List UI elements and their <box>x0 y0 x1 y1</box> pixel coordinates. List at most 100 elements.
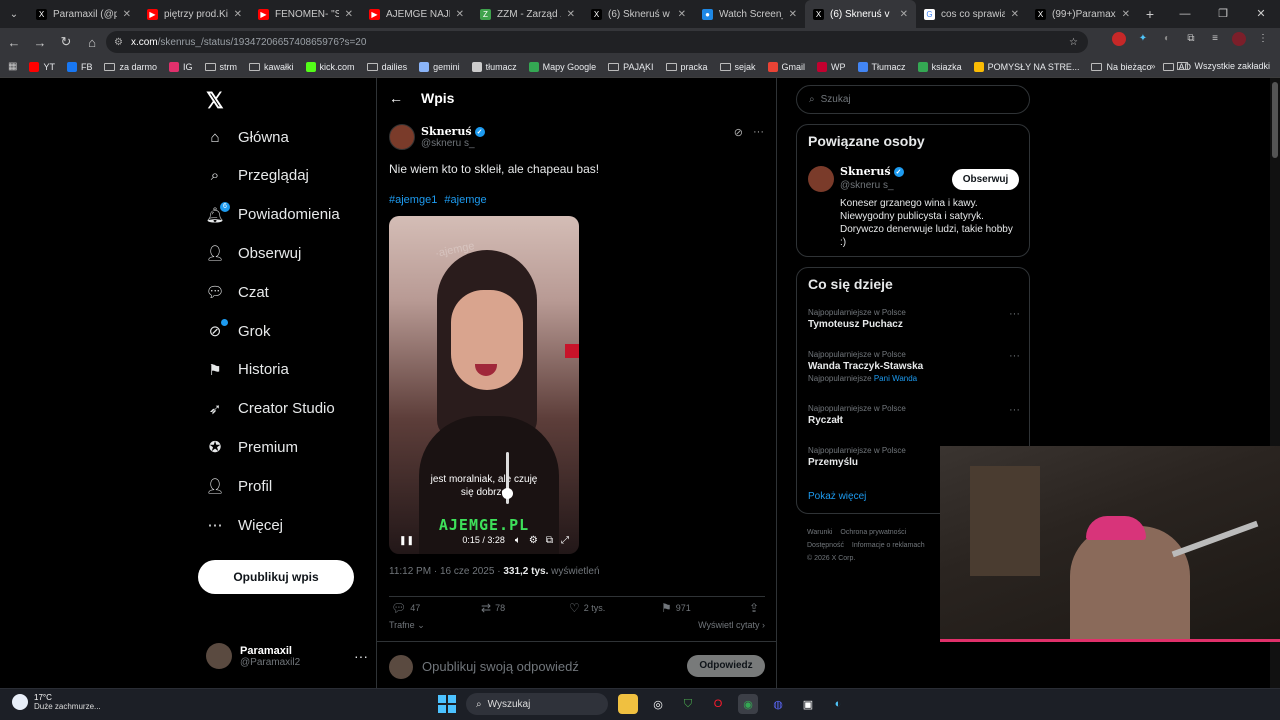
sort-dropdown[interactable]: Trafne ⌄ <box>389 620 425 630</box>
browser-tab[interactable]: ▶ FENOMEN- "Szan ✕ <box>250 0 361 28</box>
nav-item-premium[interactable]: ✪ Premium <box>206 438 298 457</box>
bookmark-item[interactable]: POMYSŁY NA STRE... <box>973 61 1079 72</box>
bookmark-action[interactable]: ⚑ 971 <box>661 601 691 615</box>
tab-close-icon[interactable]: ✕ <box>345 9 353 20</box>
url-input[interactable]: ⚙ x.com/skenrus_/status/1934720665740865… <box>106 31 1088 53</box>
profile-avatar-icon[interactable] <box>1232 32 1246 46</box>
trend-item[interactable]: Najpopularniejsze w Polsce Tymoteusz Puch… <box>808 308 1020 330</box>
footer-link[interactable]: Ochrona prywatności <box>840 529 906 536</box>
bookmark-item[interactable]: kawałki <box>249 62 294 72</box>
bookmark-item[interactable]: strm <box>204 62 237 72</box>
trend-sub-link[interactable]: Pani Wanda <box>874 374 917 383</box>
nav-item-more[interactable]: ⋯ Więcej <box>206 516 284 535</box>
bookmark-item[interactable]: tłumacz <box>471 61 517 72</box>
new-tab-button[interactable]: + <box>1138 6 1162 22</box>
bookmark-item[interactable]: IG <box>169 61 193 72</box>
like-action[interactable]: ♡ 2 tys. <box>569 601 605 615</box>
bookmark-item[interactable]: sejak <box>719 62 756 72</box>
nav-item-search[interactable]: ⌕ Przeglądaj <box>206 167 309 185</box>
bookmark-item[interactable]: Na bieżąco <box>1091 62 1151 72</box>
restore-icon[interactable]: ❐ <box>1204 0 1242 28</box>
avatar[interactable] <box>389 124 415 150</box>
start-icon[interactable] <box>438 695 456 713</box>
footer-link[interactable]: Warunki <box>807 529 832 536</box>
bookmark-item[interactable]: gemini <box>419 61 460 72</box>
show-more-link[interactable]: Pokaż więcej <box>808 491 866 502</box>
browser-tab[interactable]: Gcos co sprawia ze ✕ <box>916 0 1027 28</box>
nav-item-profile[interactable]: 👤︎ Profil <box>205 477 272 496</box>
trend-item[interactable]: Najpopularniejsze w Polsce Wanda Traczyk-… <box>808 350 1020 383</box>
opera-icon[interactable]: O <box>708 694 728 714</box>
close-window-icon[interactable]: ✕ <box>1242 0 1280 28</box>
globe-icon[interactable]: ◐ <box>828 694 848 714</box>
nav-item-chat[interactable]: 💬︎ Czat <box>205 283 268 302</box>
account-switcher[interactable]: Paramaxil @Paramaxil2 ··· <box>206 643 368 669</box>
bookmark-item[interactable]: Gmail <box>767 61 805 72</box>
apps-grid-icon[interactable]: ▦ <box>8 61 17 72</box>
bookmark-item[interactable]: dailies <box>366 62 407 72</box>
post-button[interactable]: Opublikuj wpis <box>198 560 354 594</box>
browser-tab[interactable]: ▶ AJEMGE NAJLEPS ✕ <box>361 0 472 28</box>
fullscreen-icon[interactable]: ⤢ <box>561 535 569 546</box>
hashtag-link[interactable]: #ajemge1 <box>389 194 437 206</box>
bookmark-item[interactable]: PAJĄKI <box>608 62 654 72</box>
nav-item-follow[interactable]: 👤︎ Obserwuj <box>205 244 301 263</box>
pause-icon[interactable]: ❚❚ <box>399 535 414 546</box>
weather-widget[interactable]: 17°C Duże zachmurze... <box>12 693 101 711</box>
back-arrow-icon[interactable]: ← <box>2 35 26 50</box>
tab-close-icon[interactable]: ✕ <box>567 9 575 20</box>
tab-close-icon[interactable]: ✕ <box>1122 9 1130 20</box>
tweet-author[interactable]: Skneruś ✓ @skneru s_ <box>389 124 485 150</box>
chrome-icon[interactable]: ◉ <box>738 694 758 714</box>
browser-tab[interactable]: ▶ piętrzy prod.Kiela ✕ <box>139 0 250 28</box>
video-player[interactable]: ·ajemge jest moralniak, ale czuję się dob… <box>389 216 579 554</box>
star-icon[interactable]: ☆ <box>1069 37 1078 48</box>
settings-gear-icon[interactable]: ⚙ <box>529 535 538 546</box>
grok-icon[interactable]: ⊘ <box>734 126 743 139</box>
nav-item-bell[interactable]: 🔔︎ 6 Powiadomienia <box>205 201 340 224</box>
app-icon[interactable]: ◎ <box>648 694 668 714</box>
more-dots-icon[interactable]: ··· <box>1009 404 1020 416</box>
discord-icon[interactable]: ◍ <box>768 694 788 714</box>
bookmarks-overflow-icon[interactable]: » <box>1150 61 1155 71</box>
tab-close-icon[interactable]: ✕ <box>123 9 131 20</box>
x-logo-icon[interactable]: 𝕏 <box>206 88 224 114</box>
reload-icon[interactable]: ↻ <box>54 34 78 50</box>
search-input[interactable]: ⌕ Szukaj <box>796 85 1030 114</box>
extension-icon[interactable]: ✦ <box>1136 32 1150 46</box>
nav-item-rocket[interactable]: ➶ Creator Studio <box>206 400 335 418</box>
bookmark-item[interactable]: FB <box>66 61 92 72</box>
share-action[interactable]: ⇪ <box>749 601 759 615</box>
site-info-icon[interactable]: ⚙ <box>114 37 123 48</box>
media-controls-icon[interactable]: ≡ <box>1208 32 1222 46</box>
bookmark-item[interactable]: Mapy Google <box>528 61 596 72</box>
chrome-menu-icon[interactable]: ⋮ <box>1256 32 1270 46</box>
footer-link[interactable]: Dostępność <box>807 542 844 549</box>
forward-arrow-icon[interactable]: → <box>28 35 52 50</box>
bookmark-item[interactable]: YT <box>29 61 55 72</box>
app-shield-icon[interactable]: ⛉ <box>678 694 698 714</box>
tab-close-icon[interactable]: ✕ <box>789 9 797 20</box>
hashtag-link[interactable]: #ajemge <box>444 194 486 206</box>
minimize-icon[interactable]: — <box>1166 0 1204 28</box>
bookmark-item[interactable]: za darmo <box>104 62 157 72</box>
taskbar-search[interactable]: ⌕ Wyszukaj <box>466 693 608 715</box>
record-extension-icon[interactable] <box>1112 32 1126 46</box>
trend-item[interactable]: Najpopularniejsze w Polsce Ryczałt ··· <box>808 404 1020 426</box>
tweet-timestamp[interactable]: 11:12 PM · 16 cze 2025 · <box>389 566 501 577</box>
more-dots-icon[interactable]: ··· <box>354 648 368 664</box>
view-quotes-link[interactable]: Wyświetl cytaty › <box>698 620 765 630</box>
reply-button[interactable]: Odpowiedz <box>687 655 765 677</box>
all-bookmarks-link[interactable]: Wszystkie zakładki <box>1194 61 1270 71</box>
app-icon[interactable]: ▣ <box>798 694 818 714</box>
volume-icon[interactable]: 🔈︎ <box>515 535 521 546</box>
reply-action[interactable]: 💬︎ 47 <box>391 601 420 615</box>
tab-close-icon[interactable]: ✕ <box>234 9 242 20</box>
bookmark-item[interactable]: ksiazka <box>917 61 962 72</box>
scrollbar-thumb[interactable] <box>1272 82 1278 158</box>
tab-close-icon[interactable]: ✕ <box>1011 9 1019 20</box>
file-explorer-icon[interactable] <box>618 694 638 714</box>
pip-icon[interactable]: ⧉ <box>546 535 553 546</box>
bookmark-item[interactable]: Tłumacz <box>857 61 906 72</box>
bookmark-item[interactable]: pracka <box>665 62 708 72</box>
